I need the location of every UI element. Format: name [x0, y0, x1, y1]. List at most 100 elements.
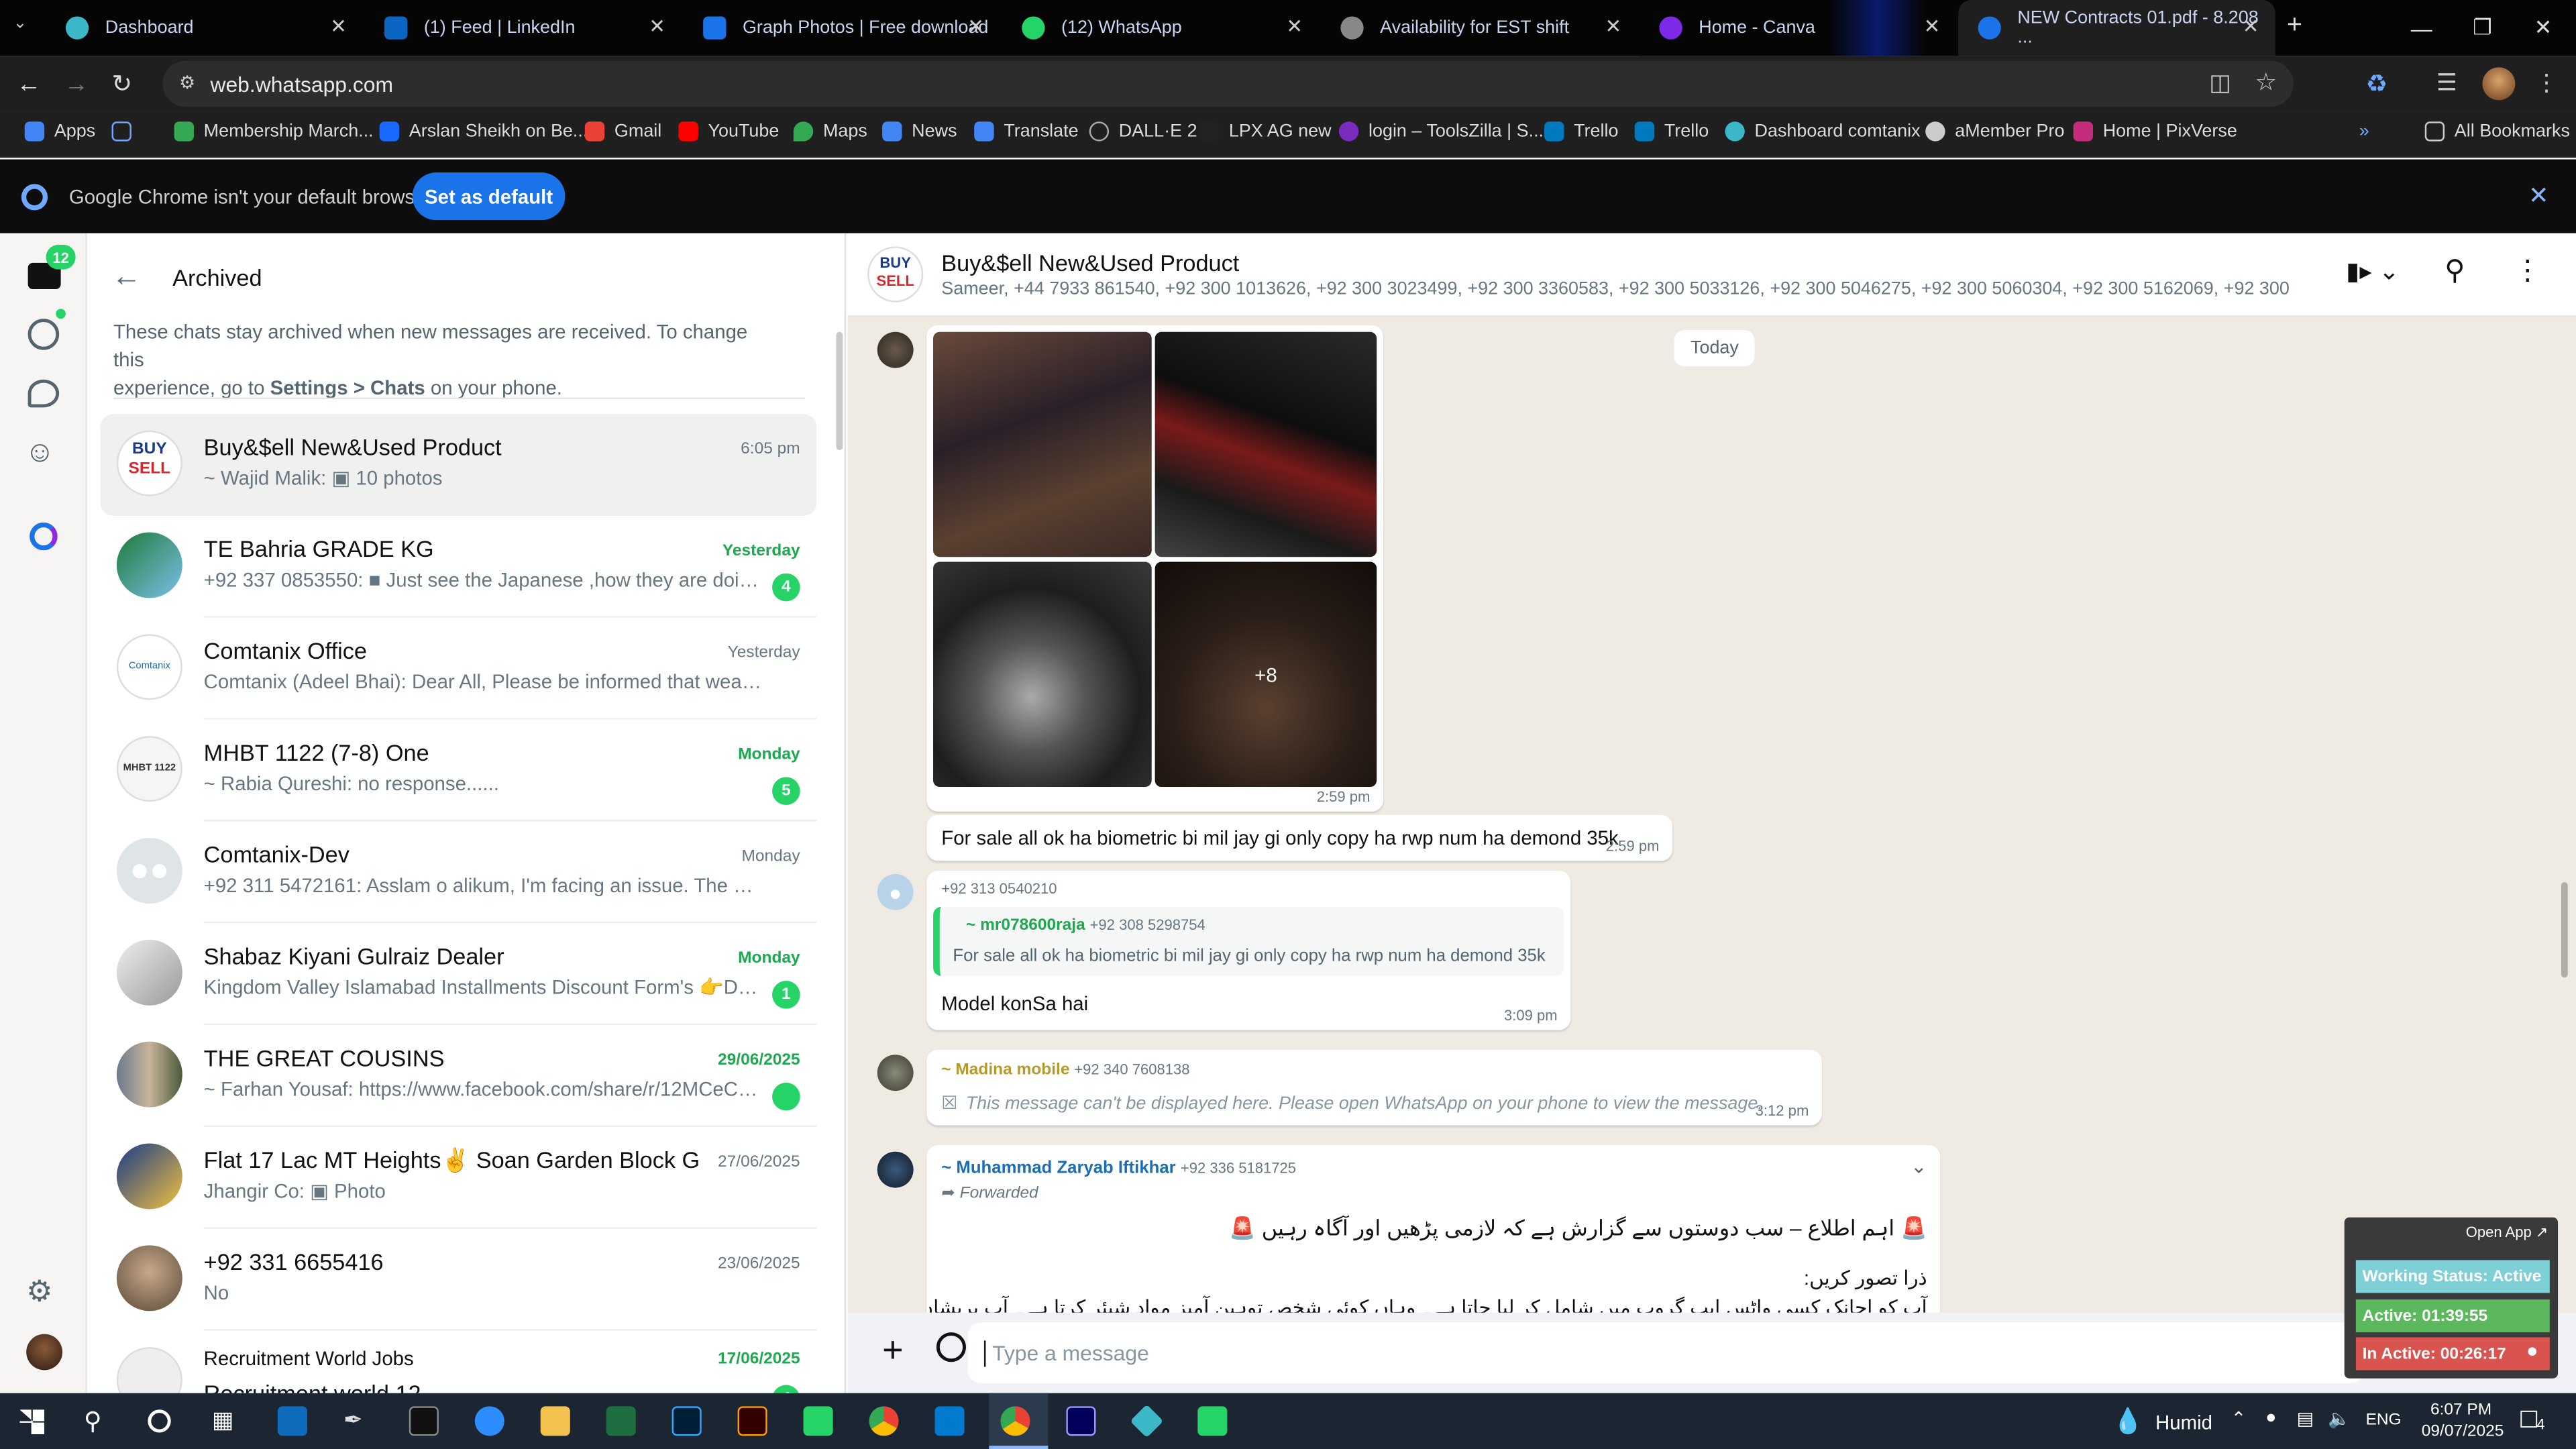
channels-icon[interactable] — [28, 379, 60, 408]
bookmark-dalle[interactable]: DALL·E 2 — [1089, 121, 1197, 142]
app-icon[interactable] — [1130, 1404, 1164, 1438]
photoshop-icon[interactable] — [672, 1406, 702, 1436]
all-bookmarks[interactable]: All Bookmarks — [2424, 121, 2570, 142]
bookmark-maps[interactable]: Maps — [793, 121, 867, 142]
search-icon[interactable]: ⚲ — [84, 1406, 102, 1436]
edge-icon[interactable] — [277, 1406, 307, 1436]
illustrator-icon[interactable] — [737, 1406, 767, 1436]
album-photo[interactable] — [1155, 331, 1377, 557]
bookmark-pixverse[interactable]: Home | PixVerse — [2073, 121, 2237, 142]
settings-gear-icon[interactable]: ⚙ — [26, 1275, 53, 1309]
bookmark-behance[interactable]: Arslan Sheikh on Be... — [379, 121, 588, 142]
chat-row-great-cousins[interactable]: THE GREAT COUSINS ~ Farhan Yousaf: https… — [100, 1025, 817, 1128]
chevron-down-icon[interactable]: ⌄ — [1911, 1155, 1927, 1178]
volume-icon[interactable]: 🔈 — [2328, 1408, 2351, 1429]
excel-icon[interactable] — [606, 1406, 636, 1436]
bookmark-grid[interactable] — [111, 121, 142, 142]
status-icon[interactable] — [28, 319, 60, 350]
search-icon[interactable]: ⚲ — [2445, 255, 2465, 288]
message-input[interactable]: Type a message — [967, 1322, 2365, 1384]
reload-icon[interactable]: ↻ — [112, 69, 133, 99]
bookmark-amember[interactable]: aMember Pro — [1925, 121, 2064, 142]
settings-link[interactable]: Settings > Chats — [270, 376, 425, 399]
more-photos-tile[interactable]: +8 — [1155, 561, 1377, 788]
close-icon[interactable]: ✕ — [330, 15, 347, 38]
tab-search-icon[interactable]: ⌄ — [13, 15, 28, 33]
chat-row-buy-sell[interactable]: BUY SELL Buy&$ell New&Used Product ~ Waji… — [100, 414, 817, 516]
bookmark-dashboard-comtanix[interactable]: Dashboard comtanix — [1725, 121, 1921, 142]
menu-kebab-icon[interactable]: ⋮ — [2514, 255, 2542, 288]
app-icon[interactable] — [1197, 1406, 1228, 1436]
weather-icon[interactable]: 💧 — [2112, 1406, 2143, 1436]
app-icon[interactable] — [803, 1406, 833, 1436]
file-explorer-icon[interactable] — [540, 1406, 570, 1436]
install-app-icon[interactable]: ◫ — [2209, 69, 2231, 97]
bookmark-news[interactable]: News — [882, 121, 957, 142]
brush-app-icon[interactable]: ✒ — [343, 1406, 373, 1436]
bookmark-gmail[interactable]: Gmail — [584, 121, 661, 142]
quoted-message[interactable]: ~ mr078600raja +92 308 5298754 For sale … — [933, 906, 1564, 976]
reply-message[interactable]: +92 313 0540210 ~ mr078600raja +92 308 5… — [926, 870, 1571, 1030]
bookmark-apps[interactable]: Apps — [24, 121, 95, 142]
close-icon[interactable]: ✕ — [1286, 15, 1303, 38]
bookmark-membership[interactable]: Membership March... — [174, 121, 374, 142]
video-call-icon[interactable]: ▮▸ ⌄ — [2346, 256, 2400, 286]
scrollbar-thumb[interactable] — [2561, 882, 2568, 978]
conversation-header[interactable]: BUY SELL Buy&$ell New&Used Product Sameer… — [847, 233, 2576, 317]
browser-menu-icon[interactable]: ⋮ — [2535, 69, 2558, 97]
tab-contracts-pdf[interactable]: NEW Contracts 01.pdf - 8.208 ... ✕ — [1958, 0, 2275, 56]
more-bookmarks-icon[interactable]: » — [2359, 121, 2369, 141]
tab-canva[interactable]: Home - Canva ✕ — [1640, 0, 1957, 56]
communities-icon[interactable]: ☺ — [25, 435, 55, 470]
new-tab-button[interactable]: + — [2287, 11, 2302, 41]
album-photo[interactable] — [933, 561, 1152, 788]
album-photo[interactable] — [933, 331, 1152, 557]
profile-avatar[interactable] — [2482, 67, 2516, 101]
site-info-icon[interactable]: ⚙ — [179, 72, 195, 93]
premiere-icon[interactable] — [1066, 1406, 1096, 1436]
bookmark-youtube[interactable]: YouTube — [678, 121, 779, 142]
address-bar[interactable]: ⚙ web.whatsapp.com ◫ ☆ — [162, 60, 2294, 107]
close-icon[interactable]: ✕ — [967, 15, 984, 38]
photo-album-message[interactable]: +8 2:59 pm — [926, 325, 1384, 812]
text-message[interactable]: For sale all ok ha biometric bi mil jay … — [926, 814, 1673, 861]
minimize-button[interactable]: — — [2392, 0, 2451, 56]
chrome-icon[interactable] — [869, 1406, 899, 1436]
window-close-button[interactable]: ✕ — [2514, 0, 2573, 56]
bookmark-toolszilla[interactable]: login – ToolsZilla | S... — [1338, 121, 1544, 142]
scrollbar-thumb[interactable] — [836, 331, 843, 451]
meta-ai-icon[interactable] — [30, 522, 58, 551]
extensions-icon[interactable]: ♻ — [2366, 69, 2388, 99]
tab-linkedin[interactable]: (1) Feed | LinkedIn ✕ — [365, 0, 682, 56]
chat-row-te-bahria[interactable]: TE Bahria GRADE KG +92 337 0853550: ■ Ju… — [100, 516, 817, 618]
zoom-icon[interactable] — [474, 1406, 504, 1436]
sticker-icon[interactable] — [936, 1332, 967, 1362]
back-arrow-icon[interactable]: ← — [112, 260, 142, 294]
forward-icon[interactable]: → — [64, 70, 89, 99]
chat-row-flat-17[interactable]: Flat 17 Lac MT Heights✌️ Soan Garden Blo… — [100, 1127, 817, 1229]
back-icon[interactable]: ← — [16, 70, 41, 99]
chat-row-shabaz[interactable]: Shabaz Kiyani Gulraiz Dealer Kingdom Val… — [100, 923, 817, 1026]
chat-row-comtanix-office[interactable]: Comtanix Comtanix Office Comtanix (Adeel… — [100, 618, 817, 720]
network-icon[interactable]: ▤ — [2297, 1408, 2314, 1429]
close-icon[interactable]: ✕ — [2528, 180, 2549, 211]
chevron-up-icon[interactable]: ⌃ — [2231, 1408, 2247, 1429]
bookmark-trello-1[interactable]: Trello — [1544, 121, 1619, 142]
microphone-icon[interactable]: ● — [2526, 1339, 2538, 1362]
bookmark-star-icon[interactable]: ☆ — [2255, 67, 2277, 97]
attach-plus-icon[interactable]: + — [882, 1329, 903, 1372]
bookmark-trello-2[interactable]: Trello — [1634, 121, 1709, 142]
tab-whatsapp[interactable]: (12) WhatsApp ✕ — [1002, 0, 1320, 56]
close-icon[interactable]: ✕ — [1605, 15, 1622, 38]
tab-availability[interactable]: Availability for EST shift ✕ — [1321, 0, 1638, 56]
forwarded-message[interactable]: ~ Muhammad Zaryab Iftikhar +92 336 51817… — [926, 1144, 1941, 1313]
chat-row-recruitment[interactable]: Recruitment World Jobs Recruitment world… — [100, 1331, 816, 1393]
maximize-button[interactable]: ❐ — [2453, 0, 2512, 56]
bookmark-translate[interactable]: Translate — [974, 121, 1079, 142]
vscode-icon[interactable] — [934, 1406, 965, 1436]
media-controls-icon[interactable]: ☰ — [2436, 69, 2457, 97]
close-icon[interactable]: ✕ — [1924, 15, 1941, 38]
chrome-icon[interactable] — [1000, 1406, 1030, 1436]
set-default-button[interactable]: Set as default — [412, 172, 566, 221]
open-app-link[interactable]: Open App ↗ — [2466, 1224, 2548, 1242]
